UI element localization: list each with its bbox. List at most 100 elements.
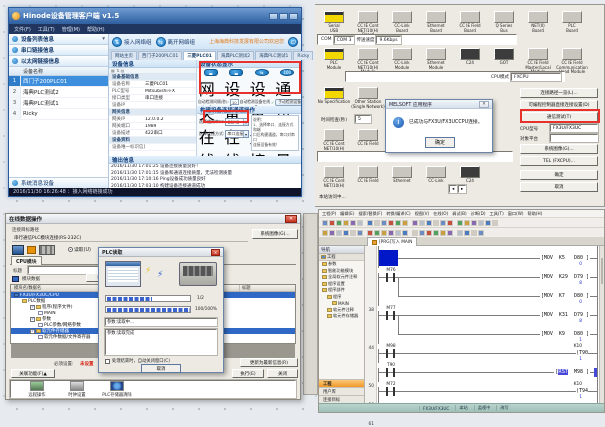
close-button[interactable] xyxy=(289,13,298,20)
toolbar-icon[interactable] xyxy=(374,230,380,236)
maximize-button[interactable] xyxy=(279,13,288,20)
button-可编程控制器直接连接设置(D)[interactable]: 可编程控制器直接连接设置(D) xyxy=(520,100,598,110)
module-icon[interactable] xyxy=(426,11,446,23)
contact[interactable] xyxy=(386,349,395,358)
module-icon[interactable] xyxy=(358,166,378,178)
ladder-rung[interactable]: M77[MOV K31 D79 ]8 xyxy=(378,306,598,325)
auto-close-checkbox[interactable] xyxy=(105,359,110,364)
instruction[interactable]: [MOV K5 D80 ] xyxy=(540,255,590,261)
tool-时钟设置[interactable]: 时钟设置 xyxy=(57,381,97,398)
module-slot[interactable]: No Specification xyxy=(317,87,351,109)
module-slot[interactable]: Other Station (Single Network) xyxy=(351,87,385,109)
toolbar-icon[interactable] xyxy=(402,230,408,236)
toolbar-icon[interactable] xyxy=(492,220,498,226)
property-value[interactable]: 串口连接 xyxy=(145,95,163,101)
toolbar-icon[interactable] xyxy=(388,230,394,236)
toolbar-icon[interactable] xyxy=(478,220,484,226)
toolbar-icon[interactable] xyxy=(426,230,432,236)
toolbar-icon[interactable] xyxy=(478,230,484,236)
tab-海典PLC测试1[interactable]: 海典PLC测试1 xyxy=(255,51,292,60)
toolbar-icon[interactable] xyxy=(447,230,453,236)
module-icon[interactable] xyxy=(528,48,548,60)
menu-item[interactable]: 在线(O) xyxy=(433,211,448,217)
module-icon[interactable] xyxy=(562,11,582,23)
menu-item[interactable]: 帮助(H) xyxy=(87,26,105,33)
nav-footer-用户库[interactable]: 用户库 xyxy=(319,387,364,395)
module-icon[interactable] xyxy=(392,11,412,23)
connect-mode-select[interactable]: 串口连接▾ xyxy=(225,130,249,138)
module-slot[interactable]: CC-Link xyxy=(419,166,453,188)
property-value[interactable]: 12.0.0.2 xyxy=(145,117,164,122)
sidebar-section-1[interactable]: 串口链接信息 xyxy=(9,45,108,56)
module-slot[interactable]: PLC Board xyxy=(555,11,589,38)
sidebar-section-0[interactable]: 设备列表信息▾ xyxy=(9,34,108,45)
module-icon[interactable] xyxy=(324,129,344,141)
timer-coil[interactable]: (T90 xyxy=(576,350,588,356)
toolbar-icon[interactable] xyxy=(440,230,446,236)
nav-item-软元件存储器[interactable]: 软元件存储器 xyxy=(319,313,364,320)
spin-right-button[interactable]: ▸ xyxy=(458,185,466,193)
module-icon[interactable] xyxy=(426,48,446,60)
join-network-button[interactable]: ⇅接入网络组 xyxy=(112,37,152,47)
instruction[interactable]: [MOV K29 D79 ] xyxy=(540,274,590,280)
button-确定[interactable]: 确定 xyxy=(520,170,598,180)
button-取消[interactable]: 取消 xyxy=(520,182,598,192)
module-icon[interactable] xyxy=(460,11,480,23)
device-row[interactable]: 4Ricky xyxy=(9,109,108,120)
module-icon[interactable] xyxy=(324,87,344,99)
module-icon[interactable] xyxy=(460,166,480,178)
toolbar-icon[interactable] xyxy=(402,220,408,226)
nav-footer-工程[interactable]: 工程 xyxy=(319,379,364,387)
ladder-tab[interactable]: [PRG]写入 MAIN xyxy=(367,237,417,246)
cancel-button[interactable]: 取消 xyxy=(141,364,181,373)
module-icon[interactable] xyxy=(358,129,378,141)
tool-远程操作[interactable]: 远程操作 xyxy=(17,381,57,398)
module-slot[interactable]: CC IE Field xyxy=(351,166,385,188)
button-系统图像(G)...[interactable]: 系统图像(G)... xyxy=(520,144,598,154)
timer-coil[interactable]: (T94 xyxy=(576,388,588,394)
toolbar-icon[interactable] xyxy=(357,230,363,236)
device-row[interactable]: 3海典PLC测试1 xyxy=(9,98,108,109)
radio-读取(U)[interactable]: 读取(U) xyxy=(68,246,91,253)
menu-item[interactable]: 管理(M) xyxy=(62,26,80,33)
ladder-cursor[interactable] xyxy=(379,250,398,266)
close-icon[interactable]: ✕ xyxy=(479,101,489,108)
property-value[interactable]: 1989 xyxy=(145,124,156,129)
menu-item[interactable]: 工具(T) xyxy=(38,26,55,33)
dialog-titlebar[interactable]: 在线数据操作 ✕ xyxy=(6,214,300,224)
leave-network-button[interactable]: ⇆离开网络组 xyxy=(156,37,196,47)
toolbar-icon[interactable] xyxy=(336,220,342,226)
vertical-scrollbar[interactable] xyxy=(599,246,604,403)
ok-button[interactable]: 确定 xyxy=(425,137,455,148)
menu-item[interactable]: 转换/编译(C) xyxy=(386,211,410,217)
property-value[interactable]: Mitsubishi-FX xyxy=(145,89,175,94)
toolbar-icon[interactable] xyxy=(426,220,432,226)
toolbar-icon[interactable] xyxy=(322,230,328,236)
close-icon[interactable]: ✕ xyxy=(211,249,220,256)
module-slot[interactable]: CC IE Cont NET/10(H) xyxy=(317,166,351,188)
close-button[interactable]: 关闭 xyxy=(267,369,298,378)
system-image-button[interactable]: 系统图像(G)... xyxy=(252,229,298,239)
toolbar-icon[interactable] xyxy=(322,220,328,226)
button-连接路径一览(L)...[interactable]: 连接路径一览(L)... xyxy=(520,88,598,98)
toolbar-icon[interactable] xyxy=(485,220,491,226)
account-icon[interactable]: ⏻ xyxy=(288,37,298,47)
toolbar-icon[interactable] xyxy=(381,230,387,236)
ladder-rung[interactable]: T90[RST M98 ] xyxy=(378,363,598,382)
col-title[interactable]: 标题 xyxy=(239,285,251,291)
toolbar-icon[interactable] xyxy=(440,220,446,226)
related-functions-button[interactable]: 关联功能(F)▲ xyxy=(11,369,55,378)
system-message-bar[interactable]: 系统消息设备 xyxy=(9,177,108,188)
contact[interactable] xyxy=(386,273,395,282)
toolbar-icon[interactable] xyxy=(336,230,342,236)
melsoft-titlebar[interactable]: MELSOFT 应用程序 ✕ xyxy=(386,100,492,109)
device-row[interactable]: 2海典PLC测试2 xyxy=(9,87,108,98)
module-icon[interactable] xyxy=(324,11,344,23)
plc-read-titlebar[interactable]: PLC读取 ✕ xyxy=(99,248,223,257)
navigation-section[interactable]: 工程 xyxy=(319,254,364,261)
execute-button[interactable]: 执行(E) xyxy=(232,369,264,378)
toolbar-icon[interactable] xyxy=(367,230,373,236)
toolbar-icon[interactable] xyxy=(412,220,418,226)
menu-item[interactable]: 编辑(E) xyxy=(340,211,354,217)
module-icon[interactable] xyxy=(494,48,514,60)
